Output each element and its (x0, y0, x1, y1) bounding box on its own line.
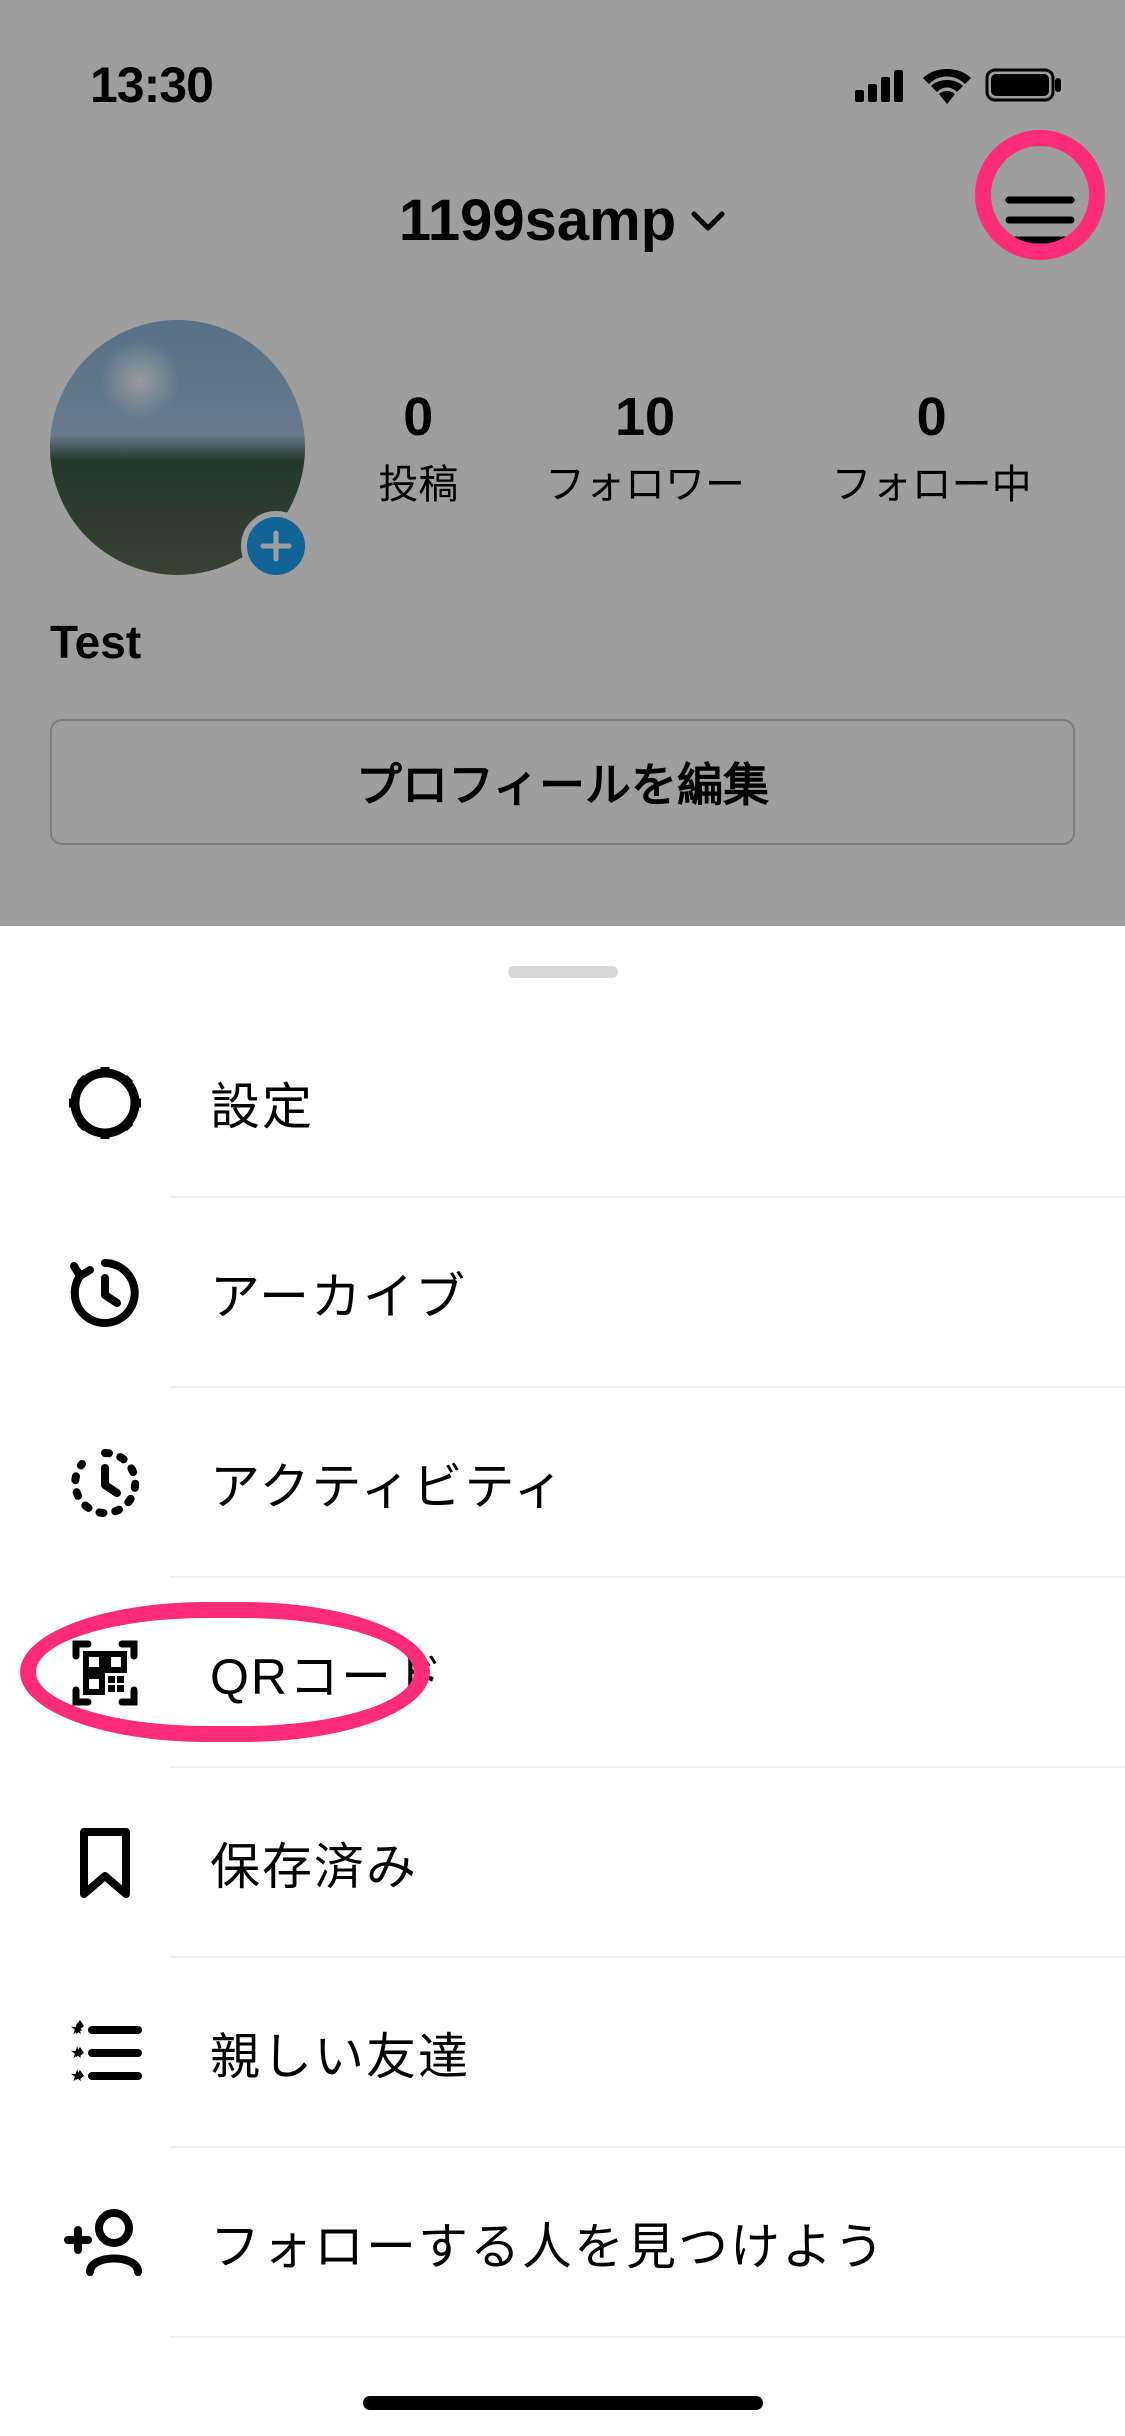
gear-icon (66, 1064, 144, 1142)
menu-item-close-friends[interactable]: ★ ★ ★ 親しい友達 (0, 1958, 1125, 2148)
stat-following[interactable]: 0 フォロー中 (832, 386, 1032, 510)
svg-text:★: ★ (70, 2045, 84, 2062)
stat-following-count: 0 (832, 386, 1032, 448)
menu-label: フォローする人を見つけよう (210, 2207, 886, 2279)
menu-item-qr[interactable]: QRコード (0, 1578, 1125, 1768)
menu-label: 設定 (210, 1067, 314, 1139)
qr-icon (66, 1634, 144, 1712)
menu-label: アーカイブ (210, 1257, 467, 1329)
status-time: 13:30 (90, 56, 213, 114)
username-dropdown[interactable]: 1199samp (399, 187, 726, 254)
menu-label: 保存済み (210, 1827, 418, 1899)
activity-icon (66, 1444, 144, 1522)
username-label: 1199samp (399, 187, 676, 254)
stat-followers-label: フォロワー (545, 452, 745, 510)
cellular-icon (855, 68, 909, 102)
edit-profile-button[interactable]: プロフィールを編集 (50, 719, 1075, 845)
bookmark-icon (72, 1824, 138, 1902)
menu-button[interactable] (1005, 192, 1075, 248)
plus-icon (259, 529, 293, 563)
wifi-icon (921, 66, 973, 104)
status-icons (855, 66, 1065, 104)
stat-posts-count: 0 (378, 386, 458, 448)
add-person-icon (64, 2206, 146, 2280)
battery-icon (985, 66, 1065, 104)
menu-item-saved[interactable]: 保存済み (0, 1768, 1125, 1958)
menu-label: 親しい友達 (210, 2017, 470, 2089)
menu-label: QRコード (210, 1637, 445, 1709)
add-story-badge[interactable] (241, 511, 311, 581)
archive-icon (66, 1254, 144, 1332)
home-indicator[interactable] (363, 2396, 763, 2410)
bottom-sheet: 設定 アーカイブ アクティビティ (0, 926, 1125, 2436)
close-friends-icon: ★ ★ ★ (66, 2018, 144, 2088)
menu-item-archive[interactable]: アーカイブ (0, 1198, 1125, 1388)
stat-posts-label: 投稿 (378, 452, 458, 510)
menu-label: アクティビティ (210, 1447, 566, 1519)
svg-text:★: ★ (70, 2068, 84, 2085)
svg-text:★: ★ (70, 2021, 84, 2038)
avatar[interactable] (50, 320, 305, 575)
hamburger-icon (1005, 192, 1075, 248)
sheet-grabber[interactable] (508, 966, 618, 978)
menu-item-discover[interactable]: フォローする人を見つけよう (0, 2148, 1125, 2338)
stat-posts[interactable]: 0 投稿 (378, 386, 458, 510)
menu-item-settings[interactable]: 設定 (0, 1008, 1125, 1198)
stat-followers-count: 10 (545, 386, 745, 448)
stat-following-label: フォロー中 (832, 452, 1032, 510)
chevron-down-icon (690, 208, 726, 232)
menu-item-activity[interactable]: アクティビティ (0, 1388, 1125, 1578)
stat-followers[interactable]: 10 フォロワー (545, 386, 745, 510)
display-name: Test (0, 585, 1125, 679)
